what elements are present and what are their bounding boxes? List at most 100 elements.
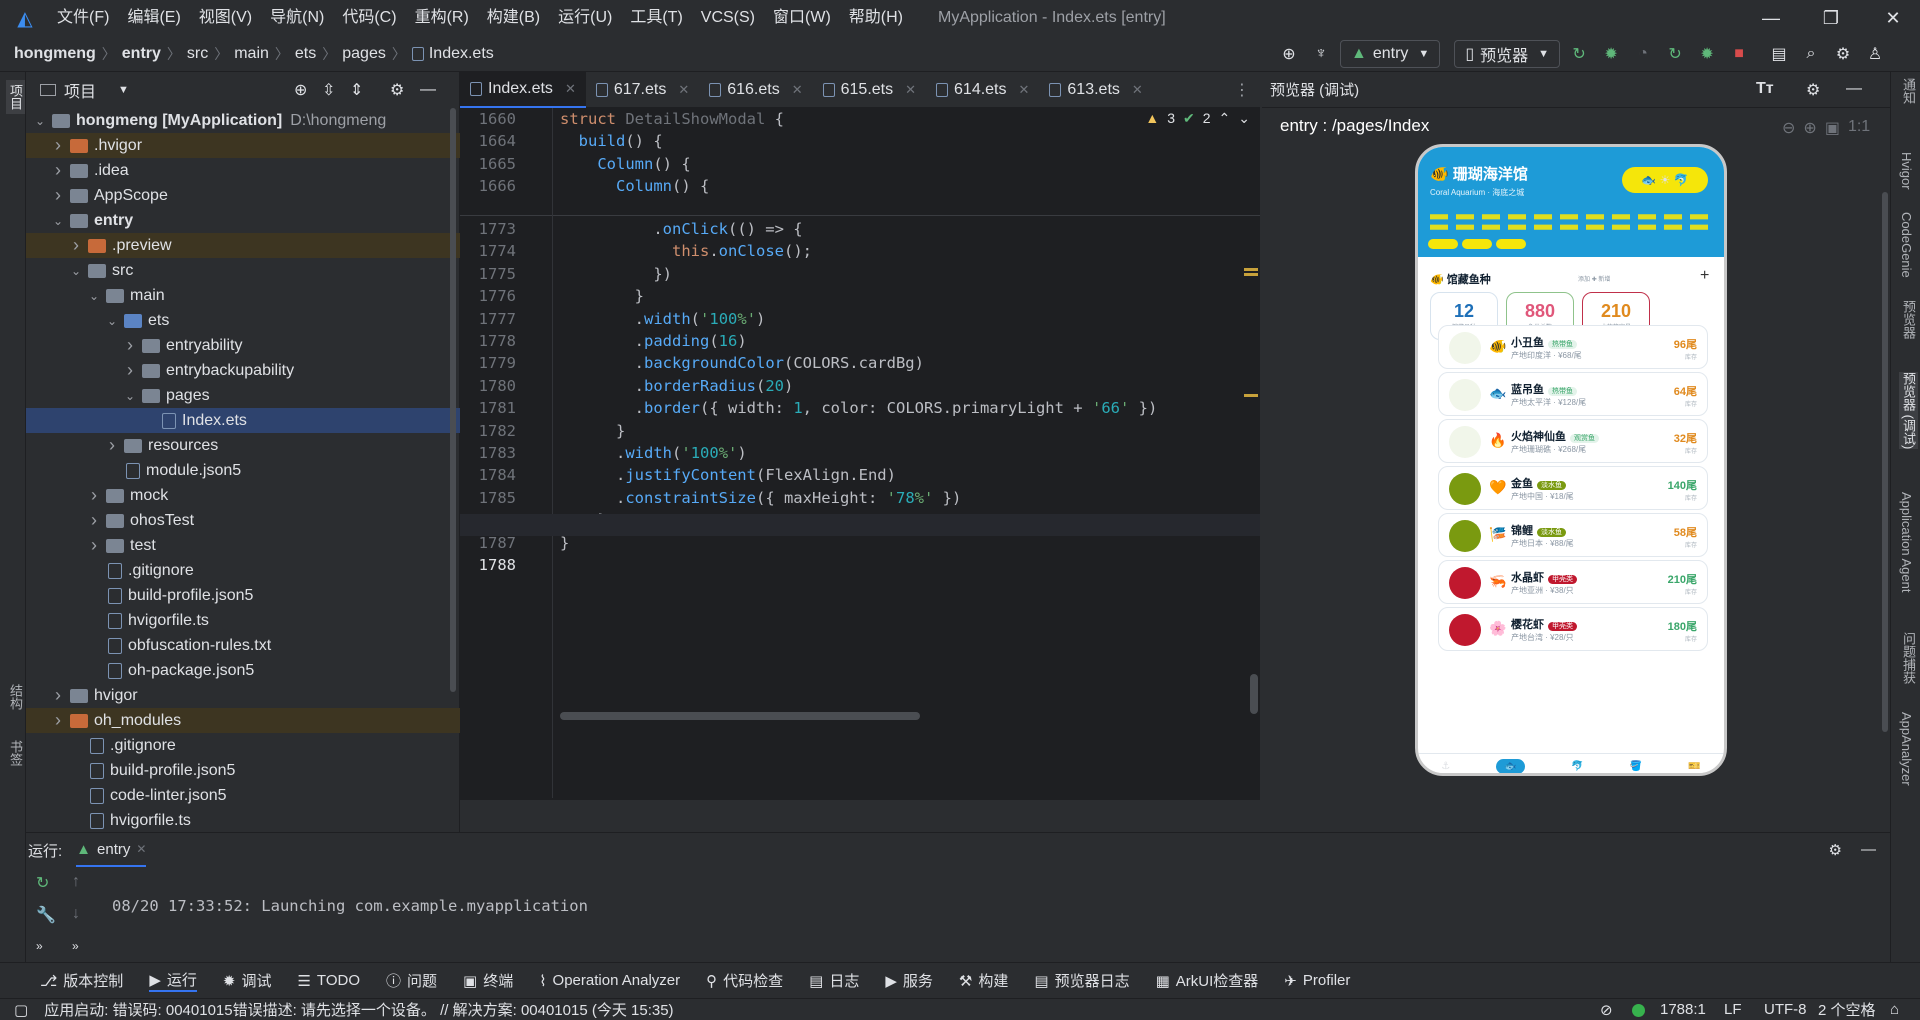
chevron-down-icon[interactable]: ⌄ [50,214,66,228]
right-tool-3[interactable]: 预览器 [1899,300,1918,339]
stop-icon[interactable]: ■ [1726,41,1752,67]
tree-item[interactable]: › entrybackupability [26,358,460,383]
right-tool-2[interactable]: CodeGenie [1899,212,1914,278]
chevron-up-icon[interactable]: ⌃ [1219,110,1231,127]
lock-icon[interactable]: ⌂ [1890,1001,1899,1018]
tree-scrollbar[interactable] [450,108,456,692]
breadcrumb-item[interactable]: src [187,45,208,63]
project-view-select[interactable]: 项目 [64,78,96,102]
tree-item[interactable]: › ohosTest [26,508,460,533]
chevron-right-icon[interactable]: › [68,235,84,256]
tree-item[interactable]: build-profile.json5 [26,583,460,608]
tree-item[interactable]: › resources [26,433,460,458]
menu-item[interactable]: 文件(F) [48,0,118,36]
search-icon[interactable]: ⌕ [1798,41,1824,67]
rerun-icon[interactable]: ↻ [1662,41,1688,67]
close-tab-icon[interactable]: ✕ [136,842,146,856]
tree-item[interactable]: ⌄ hongmeng [MyApplication] D:\hongmeng [26,108,460,133]
tab-616-ets[interactable]: 616.ets ✕ [699,72,812,108]
tool-window-0[interactable]: ⎇ 版本控制 [40,970,123,991]
tree-item[interactable]: ⌄ main [26,283,460,308]
tree-item[interactable]: .gitignore [26,558,460,583]
tree-item[interactable]: ⌄ pages [26,383,460,408]
horizontal-scrollbar[interactable] [560,712,920,720]
tool-window-12[interactable]: ▦ ArkUI检查器 [1156,970,1259,991]
tree-item[interactable]: Index.ets [26,408,460,433]
menu-item[interactable]: 窗口(W) [764,0,840,36]
chevron-right-icon[interactable]: › [50,135,66,156]
close-tab-icon[interactable]: ✕ [905,82,916,98]
tool-window-9[interactable]: ▶ 服务 [885,970,933,991]
chevron-right-icon[interactable]: › [50,185,66,206]
tool-window-2[interactable]: ✹ 调试 [223,970,272,991]
inspection-widget[interactable]: ▲ 3 ✔ 2 ⌃ ⌄ [1145,110,1250,127]
scroll-down-icon[interactable]: ↓ [72,905,80,923]
chevron-right-icon[interactable]: › [104,435,120,456]
settings-icon[interactable]: ⚙ [1830,41,1856,67]
chevron-right-icon[interactable]: › [122,335,138,356]
warning-marker[interactable] [1244,268,1258,271]
fish-row[interactable]: 🌸 樱花虾 甲壳类 产地台湾 · ¥28/只 180尾 库存 [1438,607,1708,651]
tree-item[interactable]: .gitignore [26,733,460,758]
rerun-icon[interactable]: ↻ [36,873,49,893]
tool-window-6[interactable]: ⌇ Operation Analyzer [539,972,680,990]
chevron-down-icon[interactable]: ⌄ [86,289,102,303]
tree-item[interactable]: code-linter.json5 [26,783,460,808]
vertical-scrollbar[interactable] [1250,674,1258,714]
tool-window-13[interactable]: ✈ Profiler [1284,972,1350,990]
tab-615-ets[interactable]: 615.ets ✕ [813,72,926,108]
wrench-icon[interactable]: 🔧 [36,905,56,925]
tree-item[interactable]: › AppScope [26,183,460,208]
run-config-select[interactable]: ▲ entry ▼ [1340,40,1441,68]
tree-item[interactable]: ⌄ ets [26,308,460,333]
one-to-one-icon[interactable]: 1:1 [1848,118,1870,138]
tool-window-10[interactable]: ⚒ 构建 [959,970,1008,991]
status-message[interactable]: 应用启动: 错误码: 00401015错误描述: 请先选择一个设备。 // 解决… [44,999,673,1020]
structure-tool-button[interactable]: 结构 [6,684,25,710]
right-tool-4[interactable]: 预览器 (调试) [1899,372,1918,450]
indent-setting[interactable]: 2 个空格 [1818,999,1876,1020]
breadcrumb-item[interactable]: entry [122,45,161,63]
status-panel-icon[interactable]: ▢ [14,1001,28,1019]
breadcrumb-item[interactable]: hongmeng [14,45,96,63]
hide-panel-icon[interactable]: — [420,81,436,99]
right-tool-1[interactable]: Hvigor [1899,152,1914,190]
menu-item[interactable]: 视图(V) [190,0,261,36]
font-icon[interactable]: Tт [1756,80,1774,98]
chevron-right-icon[interactable]: › [50,685,66,706]
menu-item[interactable]: 导航(N) [261,0,333,36]
device-select[interactable]: ▯ 预览器 ▼ [1454,40,1561,68]
caret-position[interactable]: 1788:1 [1660,1001,1706,1018]
right-tool-0[interactable]: 通知 [1899,78,1918,104]
right-tool-6[interactable]: 问题捕获 [1899,632,1918,684]
tree-item[interactable]: › .hvigor [26,133,460,158]
tree-item[interactable]: module.json5 [26,458,460,483]
fish-row[interactable]: 🎏 锦鲤 淡水鱼 产地日本 · ¥88/尾 58尾 库存 [1438,513,1708,557]
tree-item[interactable]: › mock [26,483,460,508]
chevron-right-icon[interactable]: › [86,510,102,531]
no-notifications-icon[interactable]: ⊘ [1600,1001,1613,1019]
nav-fish-icon[interactable]: 🐟 [1496,759,1525,773]
menu-item[interactable]: VCS(S) [692,0,764,36]
tool-window-8[interactable]: ▤ 日志 [809,970,859,991]
settings-icon[interactable]: ⚙ [390,80,404,100]
maximize-button[interactable]: ❐ [1804,0,1858,36]
hide-panel-icon[interactable]: — [1846,80,1862,98]
close-tab-icon[interactable]: ✕ [1132,82,1143,98]
tool-window-5[interactable]: ▣ 终端 [463,970,513,991]
tree-item[interactable]: hvigorfile.ts [26,608,460,633]
fit-screen-icon[interactable]: ▣ [1825,118,1840,138]
tree-item[interactable]: › entryability [26,333,460,358]
fish-row[interactable]: 🐟 蓝吊鱼 热带鱼 产地太平洋 · ¥128/尾 64尾 库存 [1438,372,1708,416]
nav-ticket-icon[interactable]: 🎫 [1688,761,1700,772]
chevron-right-icon[interactable]: › [50,710,66,731]
menu-item[interactable]: 重构(R) [406,0,478,36]
locate-icon[interactable]: ⊕ [1276,41,1302,67]
warning-marker[interactable] [1244,394,1258,397]
close-tab-icon[interactable]: ✕ [678,82,689,98]
fish-row[interactable]: 🧡 金鱼 淡水鱼 产地中国 · ¥18/尾 140尾 库存 [1438,466,1708,510]
menu-item[interactable]: 代码(C) [333,0,405,36]
close-window-button[interactable]: ✕ [1866,0,1920,36]
expand-all-icon[interactable]: ⇳ [322,80,335,100]
chevron-right-icon[interactable]: › [50,160,66,181]
